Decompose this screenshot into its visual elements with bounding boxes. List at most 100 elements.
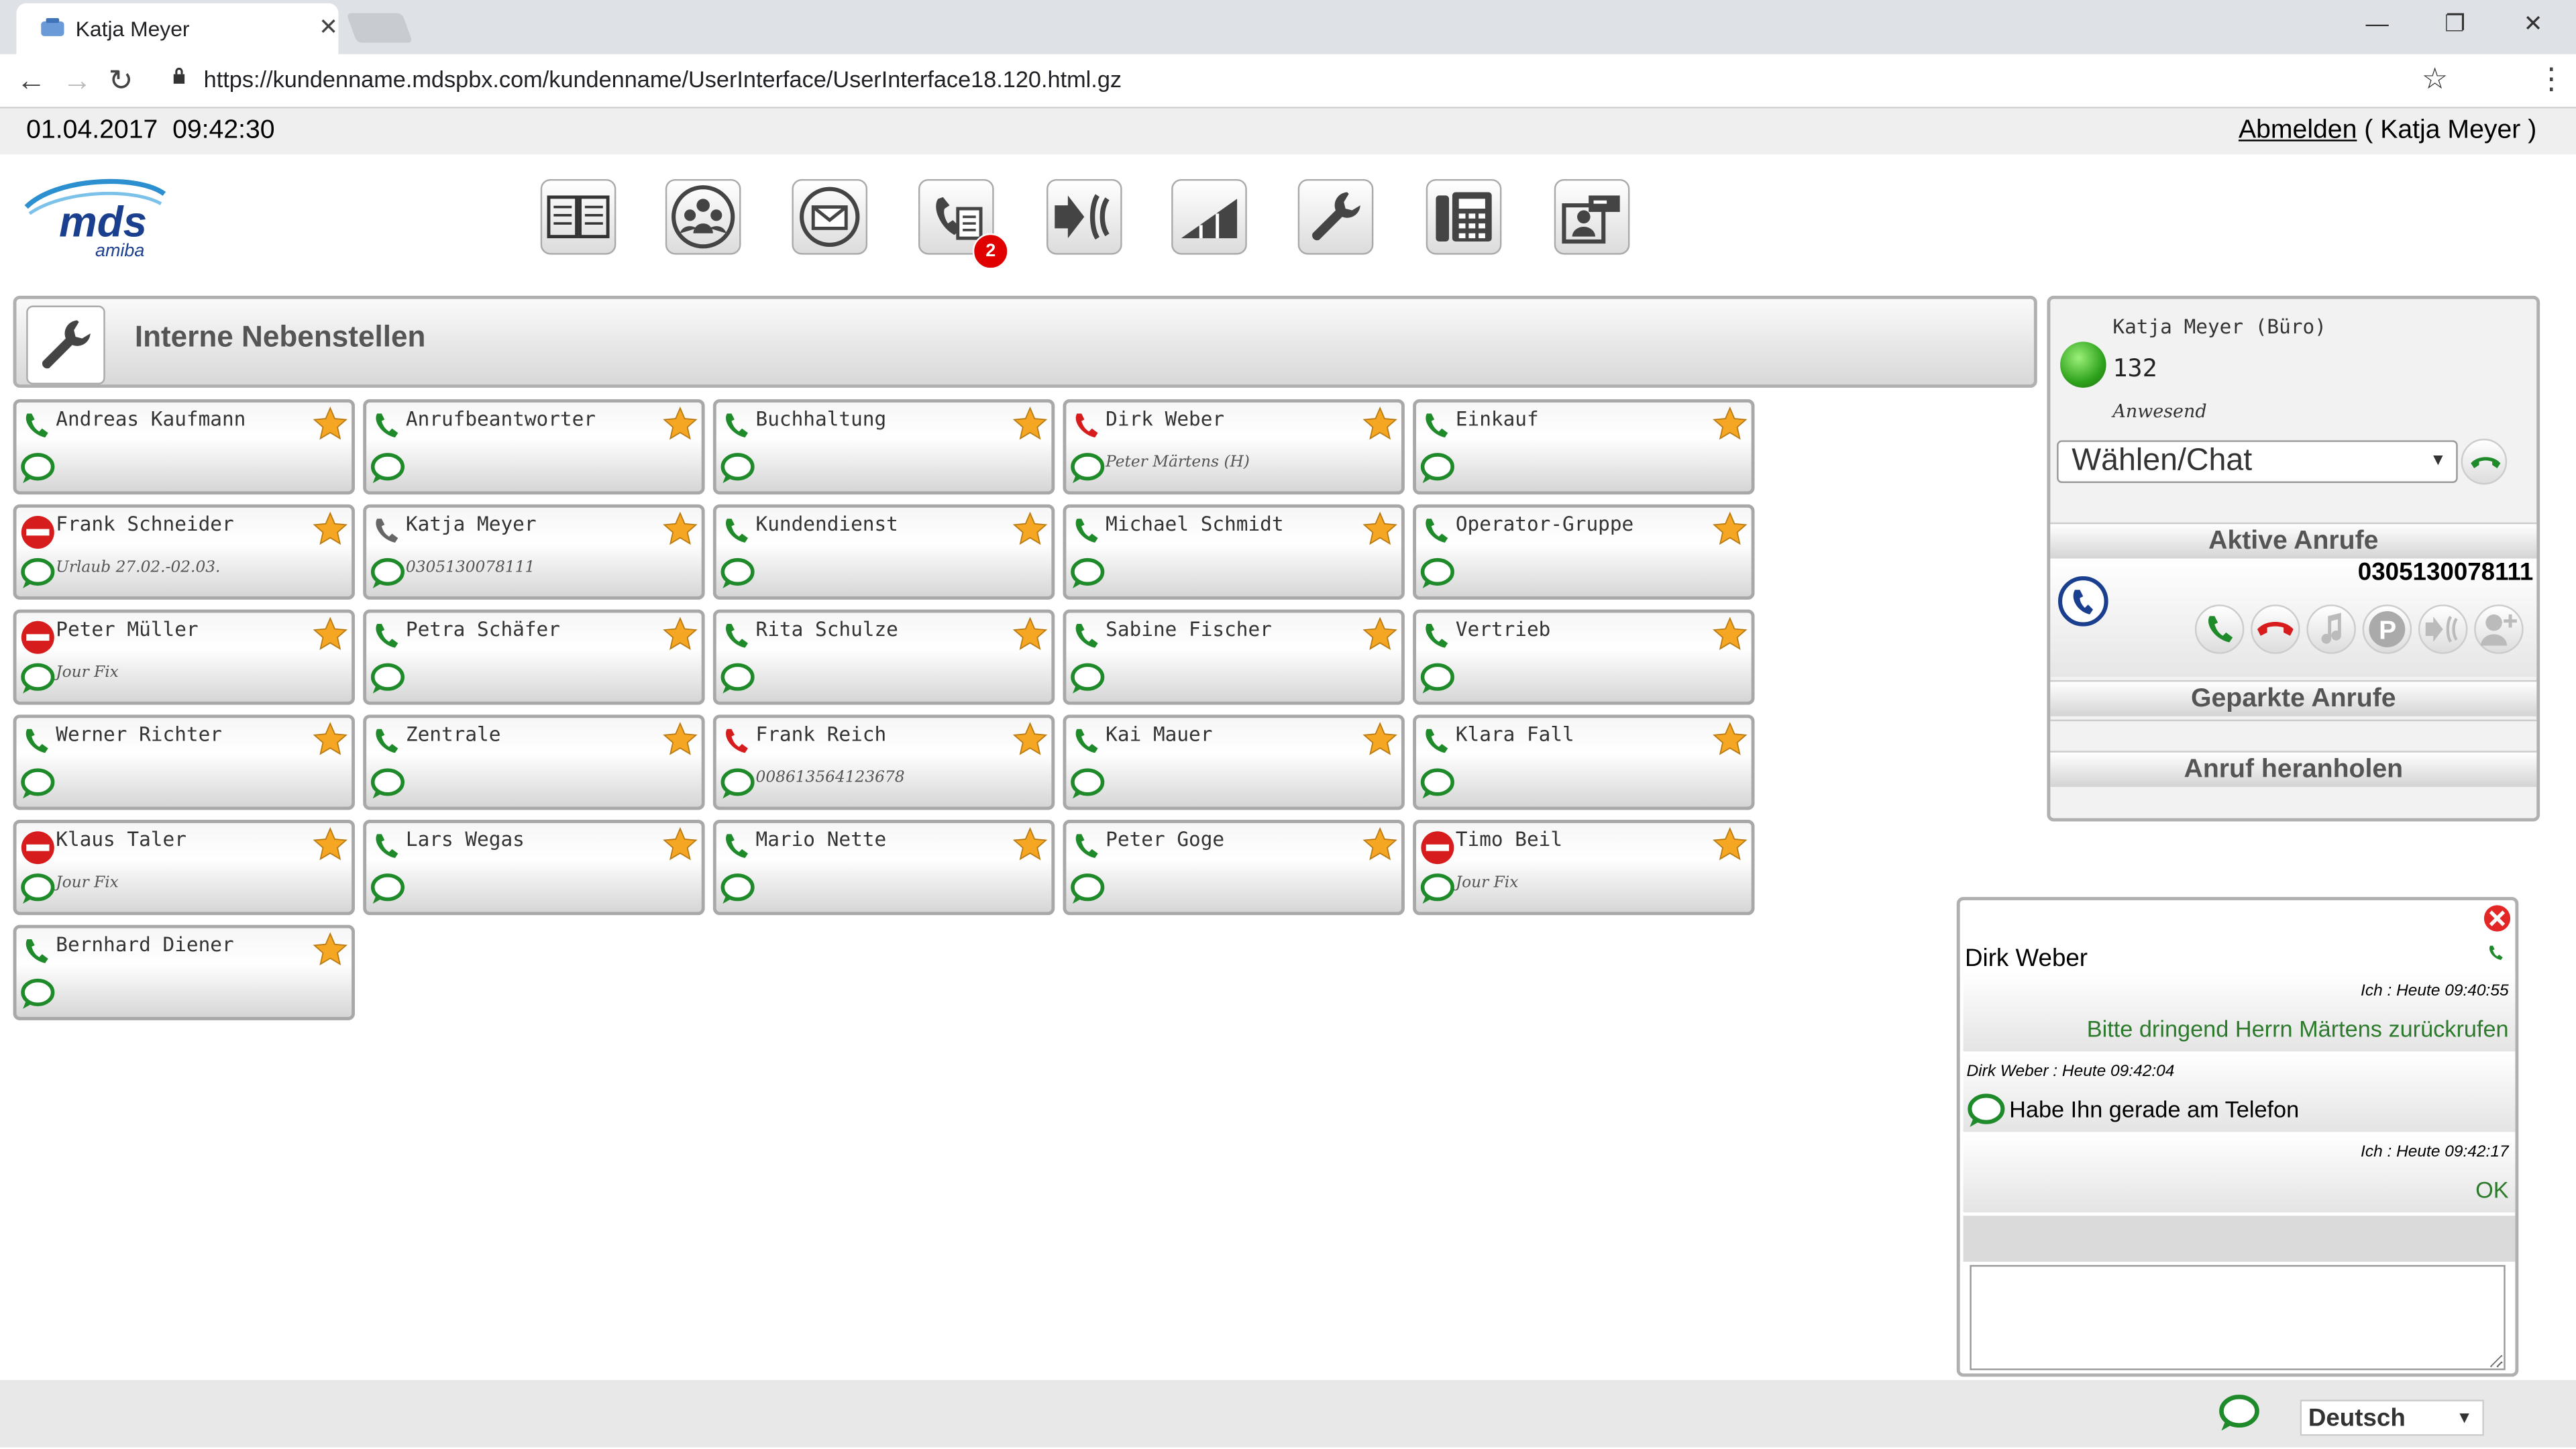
bookmark-star-icon[interactable]: ☆ [2422,62,2449,97]
contact-tile[interactable]: Sabine Fischer [1063,609,1405,705]
favorite-star-icon[interactable] [312,932,348,968]
chat-bubble-icon[interactable] [1069,662,1106,695]
phone-status-icon[interactable] [370,515,402,547]
back-arrow-icon[interactable]: ← [16,64,46,99]
music-hold-button[interactable] [2306,604,2356,654]
phone-status-icon[interactable] [1069,409,1102,442]
restore-icon[interactable]: ❐ [2445,10,2465,38]
phone-status-icon[interactable] [370,724,402,757]
chat-bubble-icon[interactable] [19,977,56,1010]
signal-button[interactable] [1171,178,1247,255]
phone-status-icon[interactable] [720,724,753,757]
do-not-disturb-icon[interactable] [1419,830,1454,865]
chat-bubble-icon[interactable] [1069,872,1106,905]
chat-close-icon[interactable] [2482,904,2512,933]
mail-button[interactable] [792,178,868,255]
favorite-star-icon[interactable] [662,511,698,547]
add-participant-button[interactable] [2474,604,2524,654]
contact-tile[interactable]: Klaus Taler Jour Fix [13,820,355,916]
chat-bubble-icon[interactable] [1069,557,1106,590]
contact-tile[interactable]: Werner Richter [13,714,355,810]
phonebook-button[interactable] [540,178,616,255]
chat-bubble-icon[interactable] [19,557,56,590]
phone-device-button[interactable] [1426,178,1502,255]
phone-status-icon[interactable] [19,409,52,442]
phone-status-icon[interactable] [1069,830,1102,863]
forward-arrow-icon[interactable]: → [62,64,92,99]
favorite-star-icon[interactable] [1012,826,1049,863]
phone-status-icon[interactable] [1419,515,1452,547]
active-calls-header[interactable]: Aktive Anrufe [2050,522,2537,559]
favorite-star-icon[interactable] [662,616,698,652]
do-not-disturb-icon[interactable] [19,619,54,654]
favorite-star-icon[interactable] [312,721,348,757]
chat-bubble-icon[interactable] [1069,451,1106,484]
dial-call-button[interactable] [2461,438,2508,485]
favorite-star-icon[interactable] [662,826,698,863]
contact-tile[interactable]: Vertrieb [1413,609,1755,705]
contact-tile[interactable]: Mario Nette [712,820,1055,916]
contact-tile[interactable]: Dirk Weber Peter Märtens (H) [1063,399,1405,495]
chat-bubble-icon[interactable] [1419,872,1456,905]
phone-status-icon[interactable] [720,619,753,652]
chat-bubble-icon[interactable] [19,662,56,695]
favorite-star-icon[interactable] [312,511,348,547]
phone-status-icon[interactable] [370,619,402,652]
contact-tile[interactable]: Kai Mauer [1063,714,1405,810]
forward-button[interactable] [1046,178,1122,255]
contact-tile[interactable]: Frank Reich 008613564123678 [712,714,1055,810]
contact-tile[interactable]: Bernhard Diener [13,924,355,1020]
chat-bubble-icon[interactable] [720,872,756,905]
favorite-star-icon[interactable] [312,406,348,442]
phone-status-icon[interactable] [720,515,753,547]
park-call-button[interactable]: P [2362,604,2412,654]
contact-tile[interactable]: Rita Schulze [712,609,1055,705]
chat-bubble-icon[interactable] [1419,662,1456,695]
do-not-disturb-icon[interactable] [19,830,54,865]
favorite-star-icon[interactable] [1012,616,1049,652]
phone-status-icon[interactable] [720,830,753,863]
chat-bubble-icon[interactable] [1419,451,1456,484]
chat-bubble-icon[interactable] [1419,767,1456,800]
chat-bubble-icon[interactable] [720,662,756,695]
language-select[interactable]: Deutsch ▼ [2300,1399,2484,1436]
favorite-star-icon[interactable] [1362,721,1398,757]
contact-tile[interactable]: Katja Meyer 0305130078111 [363,504,705,600]
phone-status-icon[interactable] [19,724,52,757]
favorite-star-icon[interactable] [1012,721,1049,757]
phone-status-icon[interactable] [19,934,52,967]
chat-input[interactable] [1970,1265,2506,1371]
favorite-star-icon[interactable] [1012,406,1049,442]
phone-status-icon[interactable] [1419,409,1452,442]
phone-status-icon[interactable] [1069,515,1102,547]
favorite-star-icon[interactable] [1712,616,1748,652]
chat-bubble-icon[interactable] [370,451,406,484]
url-field[interactable]: https://kundenname.mdspbx.com/kundenname… [204,66,1122,92]
logout-link[interactable]: Abmelden [2239,117,2357,145]
do-not-disturb-icon[interactable] [19,515,54,549]
chat-bubble-icon[interactable] [370,872,406,905]
contact-tile[interactable]: Kundendienst [712,504,1055,600]
section-settings-button[interactable] [26,305,105,385]
phone-status-icon[interactable] [1419,724,1452,757]
hangup-call-button[interactable] [2251,604,2300,654]
pickup-call-header[interactable]: Anruf heranholen [2050,751,2537,788]
favorite-star-icon[interactable] [312,826,348,863]
favorite-star-icon[interactable] [1712,511,1748,547]
favorite-star-icon[interactable] [1712,721,1748,757]
favorite-star-icon[interactable] [312,616,348,652]
chat-bubble-icon[interactable] [1419,557,1456,590]
groups-button[interactable] [665,178,741,255]
favorite-star-icon[interactable] [1362,511,1398,547]
new-tab-button[interactable] [346,13,413,43]
phone-status-icon[interactable] [1069,724,1102,757]
contact-card-button[interactable] [1554,178,1630,255]
phone-status-icon[interactable] [720,409,753,442]
contact-tile[interactable]: Timo Beil Jour Fix [1413,820,1755,916]
contact-tile[interactable]: Frank Schneider Urlaub 27.02.-02.03. [13,504,355,600]
contact-tile[interactable]: Peter Müller Jour Fix [13,609,355,705]
chat-bubble-icon[interactable] [720,557,756,590]
chat-bubble-icon[interactable] [19,451,56,484]
dial-chat-select[interactable]: Wählen/Chat ▼ [2057,440,2458,484]
contact-tile[interactable]: Einkauf [1413,399,1755,495]
